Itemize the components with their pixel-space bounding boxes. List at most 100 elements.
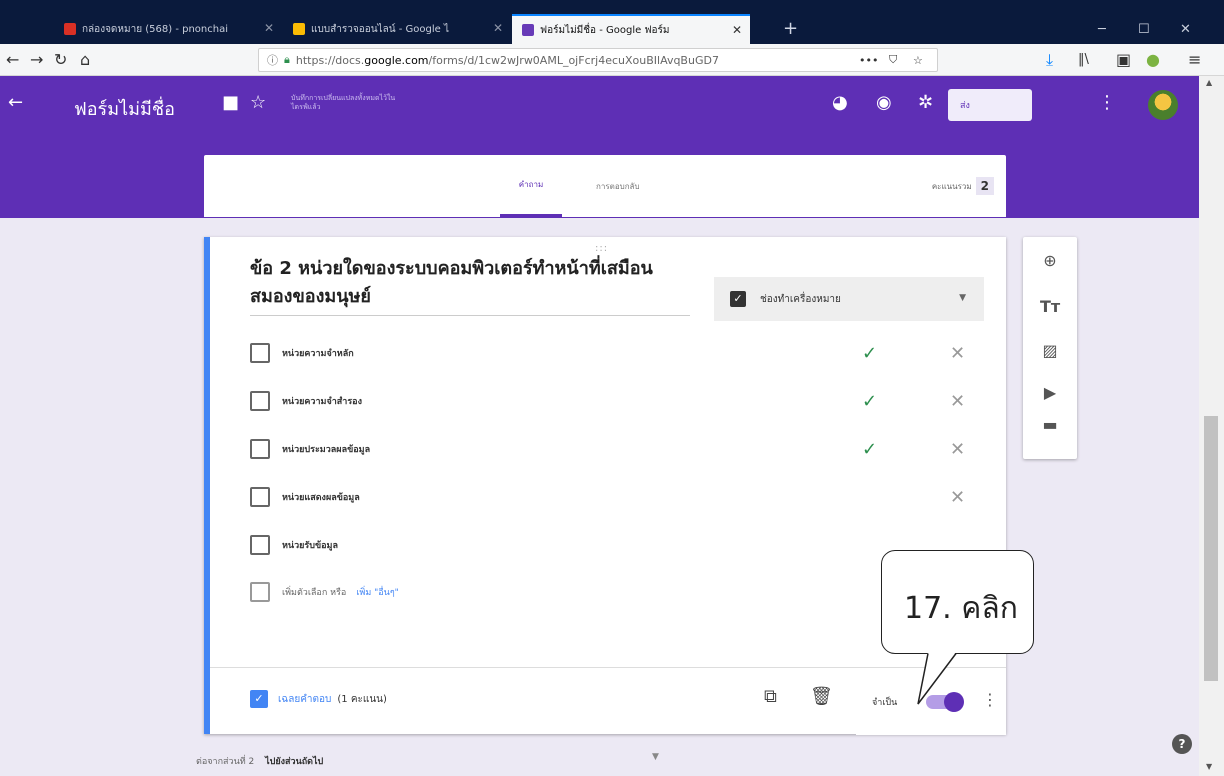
info-icon[interactable]: ⓘ xyxy=(267,52,278,68)
remove-option-icon[interactable]: ✕ xyxy=(950,343,965,364)
callout-text: 17. คลิก xyxy=(904,591,1018,626)
palette-icon[interactable]: ◕ xyxy=(832,92,848,113)
star-icon[interactable]: ☆ xyxy=(250,92,266,113)
url-prefix: https://docs. xyxy=(295,53,365,67)
close-tab-icon[interactable]: ✕ xyxy=(493,21,503,35)
page-scrollbar[interactable]: ▲ ▼ xyxy=(1199,76,1224,776)
add-section-icon[interactable]: ▬ xyxy=(1040,415,1060,435)
option-checkbox xyxy=(250,582,270,602)
section-navigation: ต่อจากส่วนที่ 2 ไปยังส่วนถัดไป xyxy=(196,754,323,768)
close-tab-icon[interactable]: ✕ xyxy=(732,23,742,37)
question-card[interactable]: ::: ข้อ 2 หน่วยใดของระบบคอมพิวเตอร์ทำหน้… xyxy=(204,237,1006,735)
instruction-callout: 17. คลิก xyxy=(881,550,1034,654)
section-dropdown-icon[interactable]: ▼ xyxy=(652,752,659,762)
tab-responses[interactable]: การตอบกลับ xyxy=(596,155,640,217)
browser-tab-forms[interactable]: ฟอร์มไม่มีชื่อ - Google ฟอร์ม ✕ xyxy=(512,14,750,44)
extension-icon[interactable]: ● xyxy=(1146,50,1160,69)
callout-tail xyxy=(917,652,957,705)
gmail-icon xyxy=(64,23,76,35)
url-domain: google.com xyxy=(364,53,429,67)
form-title[interactable]: ฟอร์มไม่มีชื่อ xyxy=(74,94,175,123)
google-forms-icon xyxy=(522,24,534,36)
option-checkbox xyxy=(250,535,270,555)
delete-trash-icon[interactable]: 🗑︎ xyxy=(810,686,833,707)
required-label: จำเป็น xyxy=(872,698,898,708)
duplicate-icon[interactable]: ⧉ xyxy=(764,686,777,707)
back-arrow-icon[interactable]: ← xyxy=(8,92,23,113)
option-checkbox xyxy=(250,343,270,363)
option-checkbox xyxy=(250,439,270,459)
tab-questions[interactable]: คำถาม xyxy=(500,155,562,217)
remove-option-icon[interactable]: ✕ xyxy=(950,391,965,412)
close-tab-icon[interactable]: ✕ xyxy=(264,21,274,35)
pocket-icon[interactable]: ⛉ xyxy=(889,53,897,67)
forward-icon[interactable]: → xyxy=(30,50,43,69)
answer-key-icon: ✓ xyxy=(250,690,268,708)
bookmark-star-icon[interactable]: ☆ xyxy=(913,54,923,67)
tab-title: แบบสำรวจออนไลน์ - Google ไ xyxy=(311,23,449,35)
maximize-icon[interactable]: ☐ xyxy=(1138,22,1150,37)
library-icon[interactable]: ‖\ xyxy=(1078,52,1089,67)
option-row[interactable]: หน่วยประมวลผลข้อมูล ✓ ✕ xyxy=(250,437,970,461)
add-video-icon[interactable]: ▶ xyxy=(1040,383,1060,403)
remove-option-icon[interactable]: ✕ xyxy=(950,439,965,460)
option-row[interactable]: หน่วยความจำสำรอง ✓ ✕ xyxy=(250,389,970,413)
question-type-select[interactable]: ✓ ช่องทำเครื่องหมาย ▼ xyxy=(714,277,984,321)
browser-tab-drive[interactable]: แบบสำรวจออนไลน์ - Google ไ ✕ xyxy=(283,14,511,44)
option-row[interactable]: หน่วยแสดงผลข้อมูล ✕ xyxy=(250,485,970,509)
tab-title: ฟอร์มไม่มีชื่อ - Google ฟอร์ม xyxy=(540,24,670,36)
drag-handle-icon[interactable]: ::: xyxy=(595,243,608,254)
help-icon[interactable]: ? xyxy=(1172,734,1192,754)
sidebar-icon[interactable]: ▣ xyxy=(1116,50,1131,69)
window-close-icon[interactable]: ✕ xyxy=(1180,22,1191,37)
add-option-row[interactable]: เพิ่มตัวเลือก หรือ เพิ่ม "อื่นๆ" xyxy=(250,580,399,604)
option-row[interactable]: หน่วยความจำหลัก ✓ ✕ xyxy=(250,341,970,365)
add-image-icon[interactable]: ▨ xyxy=(1040,341,1060,361)
preview-eye-icon[interactable]: ◉ xyxy=(876,92,892,113)
page-actions-icon[interactable]: ••• xyxy=(859,54,878,67)
menu-icon[interactable]: ≡ xyxy=(1188,50,1201,69)
question-title-input[interactable]: ข้อ 2 หน่วยใดของระบบคอมพิวเตอร์ทำหน้าที่… xyxy=(250,255,690,316)
send-button[interactable]: ส่ง xyxy=(948,89,1032,121)
folder-icon[interactable]: ■ xyxy=(222,92,239,113)
option-checkbox xyxy=(250,487,270,507)
scrollbar-thumb[interactable] xyxy=(1204,416,1218,681)
home-icon[interactable]: ⌂ xyxy=(80,50,90,69)
question-more-icon[interactable]: ⋮ xyxy=(982,690,998,709)
avatar[interactable] xyxy=(1148,90,1178,120)
remove-option-icon[interactable]: ✕ xyxy=(950,487,965,508)
add-option-link[interactable]: เพิ่มตัวเลือก หรือ xyxy=(282,585,346,599)
reload-icon[interactable]: ↻ xyxy=(54,50,67,69)
option-label[interactable]: หน่วยรับข้อมูล xyxy=(282,538,338,552)
scroll-down-icon[interactable]: ▼ xyxy=(1206,762,1212,771)
correct-check-icon[interactable]: ✓ xyxy=(862,439,877,460)
go-to-label[interactable]: ไปยังส่วนถัดไป xyxy=(265,757,323,767)
option-label[interactable]: หน่วยแสดงผลข้อมูล xyxy=(282,490,360,504)
scroll-up-icon[interactable]: ▲ xyxy=(1206,78,1212,87)
option-label[interactable]: หน่วยความจำสำรอง xyxy=(282,394,362,408)
answer-key-label: เฉลยคำตอบ xyxy=(278,693,332,705)
url-bar[interactable]: ⓘ 🔒︎ https://docs. google.com/forms/d/1cw… xyxy=(258,48,938,72)
google-drive-icon xyxy=(293,23,305,35)
lock-icon: 🔒︎ xyxy=(284,53,290,66)
new-tab-button[interactable]: + xyxy=(783,18,798,39)
download-icon[interactable]: ⤓ xyxy=(1046,50,1053,70)
back-icon[interactable]: ← xyxy=(6,50,19,69)
answer-key-button[interactable]: ✓ เฉลยคำตอบ (1 คะแนน) xyxy=(250,690,387,708)
minimize-icon[interactable]: ─ xyxy=(1098,22,1106,37)
browser-tab-gmail[interactable]: กล่องจดหมาย (568) - pnonchai ✕ xyxy=(54,14,282,44)
correct-check-icon[interactable]: ✓ xyxy=(862,343,877,364)
question-footer: ✓ เฉลยคำตอบ (1 คะแนน) ⧉ 🗑︎ จำเป็น ⋮ xyxy=(210,667,1006,735)
add-question-icon[interactable]: ⊕ xyxy=(1040,251,1060,271)
correct-check-icon[interactable]: ✓ xyxy=(862,391,877,412)
more-options-icon[interactable]: ⋮ xyxy=(1098,92,1116,113)
add-title-icon[interactable]: Tт xyxy=(1040,297,1060,317)
option-label[interactable]: หน่วยประมวลผลข้อมูล xyxy=(282,442,370,456)
option-row[interactable]: หน่วยรับข้อมูล xyxy=(250,533,970,557)
option-label[interactable]: หน่วยความจำหลัก xyxy=(282,346,354,360)
points-label: (1 คะแนน) xyxy=(337,693,387,705)
add-other-link[interactable]: เพิ่ม "อื่นๆ" xyxy=(356,585,398,599)
total-points-value: 2 xyxy=(975,177,994,195)
settings-gear-icon[interactable]: ✲ xyxy=(918,92,933,113)
browser-tab-bar: กล่องจดหมาย (568) - pnonchai ✕ แบบสำรวจอ… xyxy=(0,0,1224,44)
